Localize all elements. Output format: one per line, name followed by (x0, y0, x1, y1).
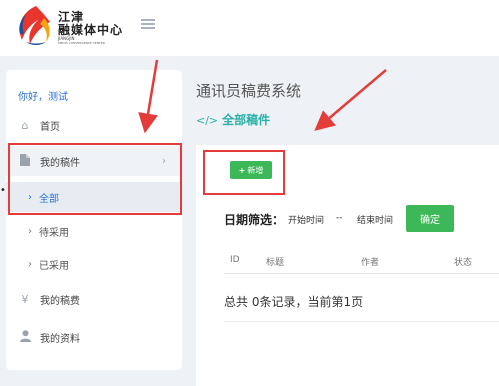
annotation-arrows (138, 59, 387, 134)
annotation-arrow-sidebar (138, 59, 159, 134)
annotation-arrow-add (314, 69, 387, 131)
